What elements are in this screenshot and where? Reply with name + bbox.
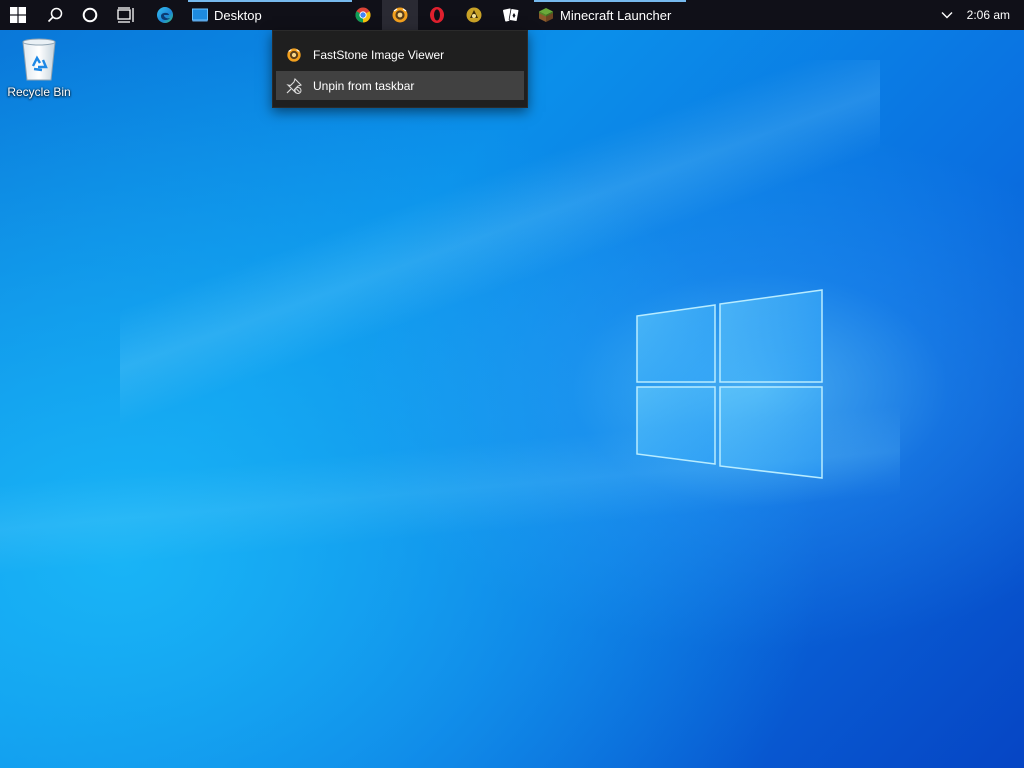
- search-icon: [47, 7, 63, 23]
- task-view-icon: [117, 7, 134, 23]
- cards-icon: [503, 8, 520, 22]
- cortana-button[interactable]: [72, 0, 108, 30]
- taskbar-app-opera[interactable]: [420, 0, 454, 30]
- chrome-icon: [355, 7, 371, 23]
- task-view-button[interactable]: [108, 0, 144, 30]
- taskbar-app-gold[interactable]: [456, 0, 492, 30]
- minecraft-grass-block-icon: [539, 8, 553, 22]
- active-window-indicator: [534, 0, 686, 2]
- taskbar-app-label: Minecraft Launcher: [560, 7, 672, 23]
- jump-list-item-label: FastStone Image Viewer: [313, 47, 445, 62]
- taskbar: Desktop Minecraft Launcher 2:06 am: [0, 0, 1024, 30]
- taskbar-app-solitaire[interactable]: [494, 0, 528, 30]
- unpin-icon: [286, 77, 302, 94]
- cortana-circle-icon: [82, 7, 98, 23]
- taskbar-app-label: Desktop: [214, 7, 262, 23]
- search-button[interactable]: [38, 0, 72, 30]
- jump-list-menu: FastStone Image Viewer Unpin from taskba…: [272, 30, 528, 108]
- faststone-icon: [392, 7, 408, 23]
- recycle-bin-icon: [22, 38, 56, 81]
- active-window-indicator: [188, 0, 352, 2]
- faststone-icon: [287, 47, 301, 62]
- start-button[interactable]: [0, 0, 36, 30]
- desktop-icon-recycle-bin[interactable]: Recycle Bin: [4, 36, 74, 106]
- chevron-up-icon: [941, 12, 953, 19]
- desktop-icon-label: Recycle Bin: [7, 85, 71, 99]
- windows-start-icon: [10, 7, 26, 23]
- jump-list-item-label: Unpin from taskbar: [313, 78, 415, 93]
- jump-list-item-unpin[interactable]: Unpin from taskbar: [276, 71, 524, 100]
- gold-app-icon: [466, 7, 482, 23]
- opera-icon: [430, 7, 444, 23]
- taskbar-app-desktop[interactable]: Desktop: [188, 0, 352, 30]
- jump-list-item-faststone[interactable]: FastStone Image Viewer: [276, 40, 524, 69]
- edge-icon: [157, 7, 173, 23]
- taskbar-app-faststone[interactable]: [382, 0, 418, 30]
- show-hidden-icons-button[interactable]: [936, 0, 958, 30]
- taskbar-app-edge[interactable]: [148, 0, 182, 30]
- windows-logo-wallpaper: [636, 289, 823, 479]
- taskbar-clock[interactable]: 2:06 am: [967, 0, 1010, 30]
- taskbar-app-chrome[interactable]: [346, 0, 380, 30]
- desktop-window-icon: [192, 8, 208, 22]
- taskbar-app-minecraft[interactable]: Minecraft Launcher: [534, 0, 686, 30]
